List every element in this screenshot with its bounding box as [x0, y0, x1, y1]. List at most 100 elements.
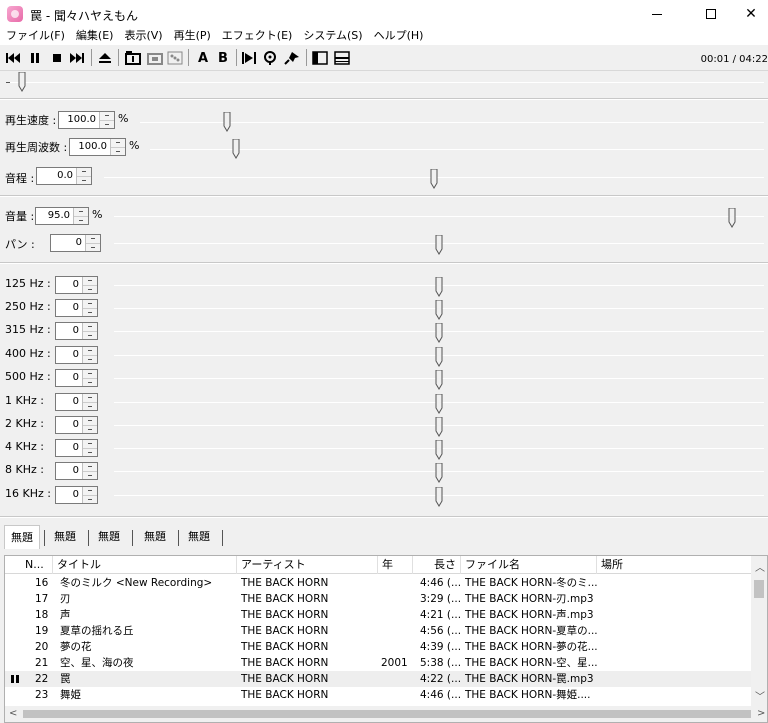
menu-item[interactable]: 編集(E) — [70, 28, 119, 45]
table-row[interactable]: 19 夏草の揺れる丘 THE BACK HORN 4:56 (... THE BACK … — [5, 623, 753, 639]
scroll-left-icon[interactable]: < — [9, 708, 17, 719]
menu-item[interactable]: 表示(V) — [118, 28, 167, 45]
spinner-arrows[interactable] — [82, 370, 97, 386]
horizontal-scrollbar[interactable]: < > — [5, 706, 767, 722]
position-slider-thumb[interactable] — [18, 72, 26, 92]
frequency-value[interactable]: 100.0 — [70, 139, 110, 155]
spinner-arrows[interactable] — [82, 323, 97, 339]
eq-band-spinner[interactable]: 0 — [55, 276, 98, 294]
eq-band-slider-thumb[interactable] — [435, 323, 443, 343]
eq-band-slider-thumb[interactable] — [435, 394, 443, 414]
eq-band-slider-thumb[interactable] — [435, 347, 443, 367]
eq-band-slider-thumb[interactable] — [435, 300, 443, 320]
minimize-button[interactable] — [634, 0, 680, 28]
speed-slider-thumb[interactable] — [223, 112, 231, 132]
tab-playlist[interactable]: 無題 — [92, 527, 126, 549]
eject-icon[interactable] — [96, 49, 114, 67]
volume-spinner[interactable]: 95.0 — [35, 207, 89, 225]
pin-icon[interactable] — [283, 49, 301, 67]
spinner-arrows[interactable] — [82, 277, 97, 293]
spinner-arrows[interactable] — [82, 300, 97, 316]
skip-forward-icon[interactable] — [68, 49, 86, 67]
table-row[interactable]: 23 舞姫 THE BACK HORN 4:46 (... THE BACK HORN-… — [5, 687, 753, 703]
table-row[interactable]: 16 冬のミルク <New Recording> THE BACK HORN 4:46… — [5, 575, 753, 591]
random-icon[interactable] — [166, 49, 184, 67]
eq-band-value[interactable]: 0 — [56, 347, 82, 363]
column-header[interactable]: N... — [21, 556, 53, 574]
close-button[interactable]: ✕ — [728, 0, 768, 28]
scroll-down-icon[interactable]: ﹀ — [755, 688, 765, 703]
table-row[interactable]: 22 罠 THE BACK HORN 4:22 (... THE BACK HORN-罠… — [5, 671, 753, 687]
table-row[interactable]: 17 刃 THE BACK HORN 3:29 (... THE BACK HORN-刃… — [5, 591, 753, 607]
eq-band-value[interactable]: 0 — [56, 487, 82, 503]
panel-toggle-icon[interactable] — [311, 49, 329, 67]
table-row[interactable]: 20 夢の花 THE BACK HORN 4:39 (... THE BACK HORN… — [5, 639, 753, 655]
column-header[interactable]: 長さ — [413, 556, 461, 574]
spinner-arrows[interactable] — [82, 487, 97, 503]
eq-band-slider-thumb[interactable] — [435, 417, 443, 437]
eq-band-value[interactable]: 0 — [56, 394, 82, 410]
column-header[interactable]: 年 — [378, 556, 413, 574]
eq-band-value[interactable]: 0 — [56, 300, 82, 316]
eq-band-spinner[interactable]: 0 — [55, 299, 98, 317]
eq-band-slider-thumb[interactable] — [435, 463, 443, 483]
tab-playlist[interactable]: 無題 — [138, 527, 172, 549]
ab-loop-icon[interactable] — [240, 49, 258, 67]
pitch-spinner[interactable]: 0.0 — [36, 167, 92, 185]
eq-band-slider-thumb[interactable] — [435, 487, 443, 507]
spinner-arrows[interactable] — [82, 417, 97, 433]
scroll-up-icon[interactable]: ︿ — [755, 559, 765, 574]
volume-slider-thumb[interactable] — [728, 208, 736, 228]
horizontal-scroll-thumb[interactable] — [23, 710, 751, 718]
pitch-slider-thumb[interactable] — [430, 169, 438, 189]
eq-band-spinner[interactable]: 0 — [55, 322, 98, 340]
frequency-spinner[interactable]: 100.0 — [69, 138, 126, 156]
marker-icon[interactable] — [261, 49, 279, 67]
frequency-slider-track[interactable] — [150, 149, 764, 150]
loop-one-icon[interactable] — [124, 49, 142, 67]
spinner-arrows[interactable] — [82, 463, 97, 479]
eq-band-slider-thumb[interactable] — [435, 277, 443, 297]
eq-band-value[interactable]: 0 — [56, 440, 82, 456]
marker-a-icon[interactable]: A — [194, 49, 212, 67]
tab-playlist[interactable]: 無題 — [182, 527, 216, 549]
table-row[interactable]: 21 空、星、海の夜 THE BACK HORN 2001 5:38 (... THE B… — [5, 655, 753, 671]
speed-slider-track[interactable] — [140, 122, 764, 123]
eq-band-slider-thumb[interactable] — [435, 440, 443, 460]
marker-b-icon[interactable]: B — [214, 49, 232, 67]
speed-value[interactable]: 100.0 — [59, 112, 99, 128]
vertical-scroll-thumb[interactable] — [754, 580, 764, 598]
vertical-scrollbar[interactable]: ︿ ﹀ — [751, 556, 767, 706]
column-header[interactable]: アーティスト — [237, 556, 378, 574]
column-header[interactable]: 場所 — [597, 556, 753, 574]
pan-slider-thumb[interactable] — [435, 235, 443, 255]
eq-band-spinner[interactable]: 0 — [55, 462, 98, 480]
spinner-arrows[interactable] — [82, 440, 97, 456]
column-header[interactable]: タイトル — [53, 556, 237, 574]
volume-value[interactable]: 95.0 — [36, 208, 73, 224]
loop-all-icon[interactable] — [146, 49, 164, 67]
menu-item[interactable]: ファイル(F) — [0, 28, 70, 45]
pan-spinner[interactable]: 0 — [50, 234, 101, 252]
spinner-arrows[interactable] — [85, 235, 100, 251]
position-slider-track[interactable] — [10, 82, 764, 83]
eq-band-value[interactable]: 0 — [56, 463, 82, 479]
eq-band-value[interactable]: 0 — [56, 370, 82, 386]
frequency-slider-thumb[interactable] — [232, 139, 240, 159]
skip-back-icon[interactable] — [4, 49, 22, 67]
column-header[interactable]: ファイル名 — [461, 556, 597, 574]
eq-band-spinner[interactable]: 0 — [55, 346, 98, 364]
spinner-arrows[interactable] — [82, 394, 97, 410]
eq-band-slider-thumb[interactable] — [435, 370, 443, 390]
tab-playlist[interactable]: 無題 — [4, 525, 40, 549]
eq-band-spinner[interactable]: 0 — [55, 486, 98, 504]
spinner-arrows[interactable] — [82, 347, 97, 363]
menu-item[interactable]: エフェクト(E) — [216, 28, 298, 45]
menu-item[interactable]: システム(S) — [297, 28, 367, 45]
eq-band-value[interactable]: 0 — [56, 417, 82, 433]
spinner-arrows[interactable] — [73, 208, 88, 224]
table-row[interactable]: 18 声 THE BACK HORN 4:21 (... THE BACK HORN-声… — [5, 607, 753, 623]
pitch-value[interactable]: 0.0 — [37, 168, 76, 184]
menu-item[interactable]: ヘルプ(H) — [368, 28, 429, 45]
pan-value[interactable]: 0 — [51, 235, 85, 251]
